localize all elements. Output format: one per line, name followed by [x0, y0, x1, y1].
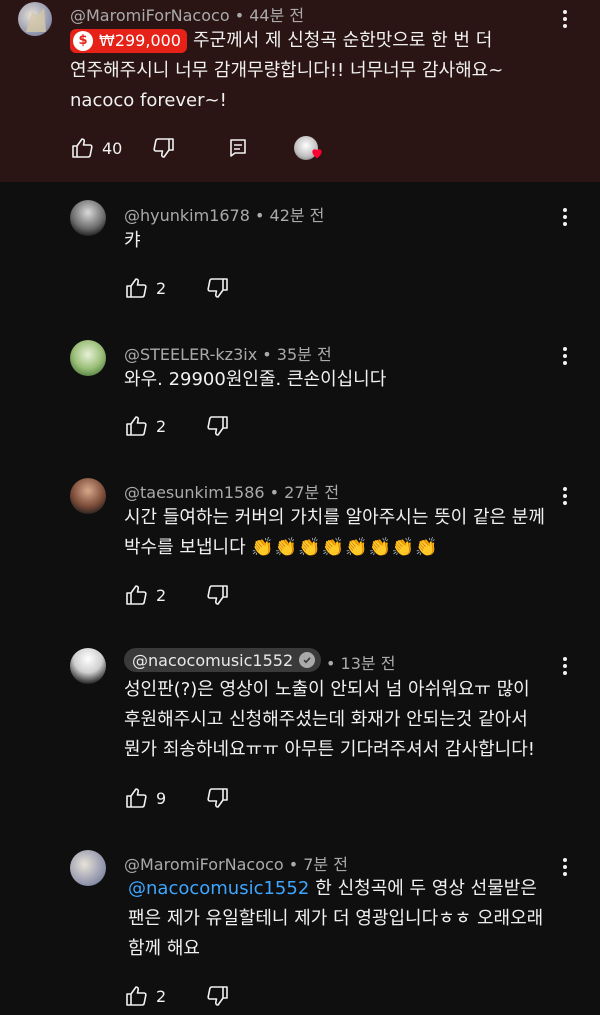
comment-meta: @MaromiForNacoco • 7분 전 — [124, 855, 348, 874]
comment-meta: @STEELER-kz3ix • 35분 전 — [124, 345, 332, 364]
like-button[interactable]: 2 — [124, 984, 166, 1008]
more-options-icon[interactable] — [553, 344, 577, 368]
thumbs-down-icon — [207, 986, 228, 1006]
thumbs-down-icon — [207, 416, 228, 436]
comment-text: 캬 — [124, 226, 141, 256]
comment-author[interactable]: @STEELER-kz3ix — [124, 345, 257, 364]
comment-text: 성인판(?)은 영상이 노출이 안되서 넘 아쉬워요ㅠ 많이 후원해주시고 신청… — [124, 675, 535, 765]
comment-author[interactable]: @MaromiForNacoco — [70, 6, 230, 25]
comment-line: 연주해주시니 너무 감개무량합니다!! 너무너무 감사해요~ — [70, 60, 504, 81]
creator-name-badge[interactable]: @nacocomusic1552 — [124, 648, 322, 672]
mention-link[interactable]: @nacocomusic1552 — [128, 878, 309, 899]
thumbs-down-icon — [207, 585, 228, 605]
like-count: 40 — [102, 138, 123, 158]
comment-line: 시간 들여하는 커버의 가치를 알아주시는 뜻이 같은 분께 — [124, 507, 545, 528]
comment-meta: @hyunkim1678 • 42분 전 — [124, 206, 325, 225]
comment-line: 함께 해요 — [128, 938, 200, 959]
avatar[interactable] — [70, 200, 106, 236]
like-count: 2 — [156, 278, 167, 298]
comment-time: 42분 전 — [269, 206, 325, 225]
comment-time: 7분 전 — [303, 855, 348, 874]
avatar[interactable] — [18, 2, 52, 36]
avatar[interactable] — [70, 648, 106, 684]
heart-icon — [312, 149, 322, 159]
comment-line: 팬은 제가 유일할테니 제가 더 영광입니다ㅎㅎ 오래오래 — [128, 908, 544, 929]
coin-icon: $ — [73, 31, 93, 51]
dislike-button[interactable] — [206, 276, 230, 300]
verified-check-icon — [299, 652, 316, 668]
comment-line: 주군께서 제 신청곡 순한맛으로 한 번 더 — [192, 30, 493, 51]
comment-author: @nacocomusic1552 — [132, 650, 294, 670]
like-button[interactable]: 2 — [124, 414, 166, 438]
comment-line: nacoco forever~! — [70, 90, 227, 111]
comment-line: 후원해주시고 신청해주셨는데 화재가 안되는것 같아서 — [124, 709, 528, 730]
comment-text: 시간 들여하는 커버의 가치를 알아주시는 뜻이 같은 분께 박수를 보냅니다 … — [124, 503, 545, 563]
avatar[interactable] — [70, 850, 106, 886]
like-count: 9 — [156, 788, 167, 808]
comment-author[interactable]: @MaromiForNacoco — [124, 855, 284, 874]
thumbs-down-icon — [207, 278, 228, 298]
reply-button[interactable] — [226, 136, 250, 160]
comment-time: 44분 전 — [249, 6, 305, 25]
more-options-icon[interactable] — [553, 484, 577, 508]
comment-text: 와우. 29900원인줄. 큰손이십니다 — [124, 365, 386, 395]
comment-line: 와우. 29900원인줄. 큰손이십니다 — [124, 369, 387, 390]
like-button[interactable]: 40 — [70, 136, 122, 160]
like-count: 2 — [156, 416, 167, 436]
thumbs-up-icon — [126, 986, 147, 1006]
comment-text: @nacocomusic1552 한 신청곡에 두 영상 선물받은 팬은 제가 유… — [128, 874, 543, 964]
thumbs-up-icon — [126, 278, 147, 298]
more-options-icon[interactable] — [553, 855, 577, 879]
dislike-button[interactable] — [152, 136, 176, 160]
thumbs-up-icon — [126, 416, 147, 436]
comment-meta: @taesunkim1586 • 27분 전 — [124, 483, 340, 502]
comment-time: 13분 전 — [340, 654, 396, 673]
like-count: 2 — [156, 585, 167, 605]
like-count: 2 — [156, 986, 167, 1006]
thumbs-down-icon — [207, 788, 228, 808]
comment-line: 한 신청곡에 두 영상 선물받은 — [315, 878, 537, 899]
comment-line: 박수를 보냅니다 — [124, 537, 246, 558]
like-button[interactable]: 9 — [124, 786, 166, 810]
comment-meta: • 13분 전 — [326, 654, 396, 673]
comment-line: 성인판(?)은 영상이 노출이 안되서 넘 아쉬워요ㅠ 많이 — [124, 679, 530, 700]
dislike-button[interactable] — [206, 786, 230, 810]
thumbs-up-icon — [126, 788, 147, 808]
clapping-hands-emoji: 👏👏👏👏👏👏👏👏 — [251, 537, 439, 558]
dislike-button[interactable] — [206, 984, 230, 1008]
comment-time: 27분 전 — [284, 483, 340, 502]
reply-icon — [230, 139, 246, 157]
avatar[interactable] — [70, 478, 106, 514]
dislike-button[interactable] — [206, 414, 230, 438]
more-options-icon[interactable] — [553, 654, 577, 678]
creator-heart — [294, 134, 328, 162]
comment-author[interactable]: @hyunkim1678 — [124, 206, 250, 225]
comment-time: 35분 전 — [276, 345, 332, 364]
superchat-badge: $ ₩299,000 — [70, 29, 187, 53]
like-button[interactable]: 2 — [124, 583, 166, 607]
dislike-button[interactable] — [206, 583, 230, 607]
more-options-icon[interactable] — [553, 7, 577, 31]
more-options-icon[interactable] — [553, 205, 577, 229]
superchat-amount: ₩299,000 — [99, 31, 181, 50]
thumbs-up-icon — [72, 138, 93, 158]
like-button[interactable]: 2 — [124, 276, 166, 300]
comment-line: 뭔가 죄송하네요ㅠㅠ 아무튼 기다려주셔서 감사합니다! — [124, 739, 535, 760]
comment-line: 캬 — [124, 230, 141, 251]
thumbs-down-icon — [153, 138, 174, 158]
comment-author[interactable]: @taesunkim1586 — [124, 483, 265, 502]
comment-meta: @MaromiForNacoco • 44분 전 — [70, 6, 305, 25]
avatar-illustration — [26, 8, 46, 32]
avatar[interactable] — [70, 340, 106, 376]
comment-text: $ ₩299,000 주군께서 제 신청곡 순한맛으로 한 번 더 연주해주시니 너… — [70, 26, 503, 116]
thumbs-up-icon — [126, 585, 147, 605]
superchat-comment: @MaromiForNacoco • 44분 전 $ ₩299,000 주군께서 제… — [0, 0, 600, 182]
